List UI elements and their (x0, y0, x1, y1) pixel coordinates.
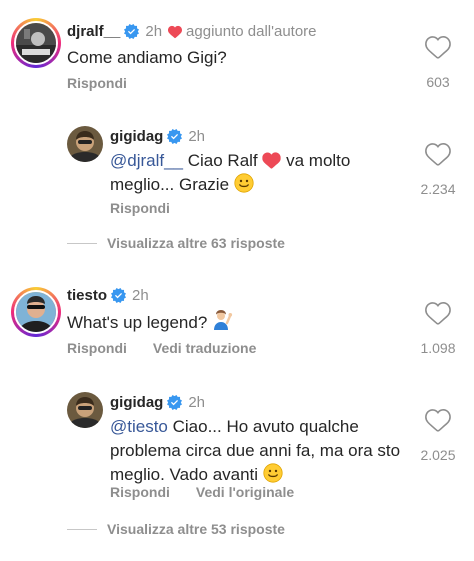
avatar-image (16, 292, 56, 332)
comment-actions: Rispondi (110, 200, 196, 216)
heart-outline-icon[interactable] (425, 36, 451, 60)
heart-outline-icon[interactable] (425, 143, 451, 167)
timestamp: 2h (188, 394, 206, 411)
comment-actions: Rispondi Vedi traduzione (67, 340, 282, 356)
avatar-image (67, 392, 103, 428)
comment-header: gigidag 2h (110, 394, 205, 411)
avatar[interactable] (11, 18, 61, 68)
view-more-replies[interactable]: Visualizza altre 53 risposte (67, 521, 285, 537)
shrug-emoji-icon (212, 309, 234, 331)
reply-body-part: Ciao Ralf (183, 151, 263, 170)
reply-text: @tiesto Ciao... Ho avuto qualche problem… (110, 415, 410, 487)
like-control: 2.025 (408, 409, 468, 463)
avatar-image (16, 23, 56, 63)
smile-emoji-icon (263, 463, 283, 483)
comment-actions: Rispondi Vedi l'originale (110, 484, 320, 500)
comment-header: gigidag 2h (110, 128, 205, 145)
divider (67, 242, 97, 244)
heart-filled-icon (168, 25, 182, 39)
username[interactable]: djralf__ (67, 23, 120, 40)
reply-button[interactable]: Rispondi (67, 340, 127, 356)
heart-outline-icon[interactable] (425, 409, 451, 433)
view-more-replies[interactable]: Visualizza altre 63 risposte (67, 235, 285, 251)
heart-outline-icon[interactable] (425, 302, 451, 326)
verified-icon (124, 24, 139, 39)
like-control: 1.098 (408, 302, 468, 356)
like-count: 2.234 (420, 181, 456, 197)
reply-button[interactable]: Rispondi (67, 75, 127, 91)
avatar[interactable] (67, 392, 103, 428)
comment-text: Come andiamo Gigi? (67, 46, 227, 70)
comment-body: What's up legend? (67, 313, 213, 332)
see-original-button[interactable]: Vedi l'originale (196, 484, 294, 500)
translate-button[interactable]: Vedi traduzione (153, 340, 256, 356)
avatar[interactable] (11, 287, 61, 337)
comment-actions: Rispondi (67, 75, 153, 91)
like-count: 2.025 (420, 447, 456, 463)
timestamp: 2h (145, 23, 163, 40)
like-count: 603 (426, 74, 450, 90)
like-control: 2.234 (408, 143, 468, 197)
verified-icon (111, 288, 126, 303)
timestamp: 2h (132, 287, 149, 304)
username[interactable]: gigidag (110, 394, 163, 411)
verified-icon (167, 129, 182, 144)
view-more-replies-label: Visualizza altre 53 risposte (107, 521, 285, 537)
username[interactable]: tiesto (67, 287, 107, 304)
like-count: 1.098 (420, 340, 456, 356)
reply-button[interactable]: Rispondi (110, 484, 170, 500)
verified-icon (167, 395, 182, 410)
comment-body: Come andiamo Gigi? (67, 48, 227, 67)
divider (67, 528, 97, 530)
timestamp: 2h (188, 128, 206, 145)
author-liked-note: aggiunto dall'autore (186, 23, 317, 40)
avatar-image (67, 126, 103, 162)
like-control: 603 (408, 36, 468, 90)
view-more-replies-label: Visualizza altre 63 risposte (107, 235, 285, 251)
avatar[interactable] (67, 126, 103, 162)
reply-text: @djralf__ Ciao Ralf va molto meglio... G… (110, 149, 380, 197)
comment-header: djralf__ 2h aggiunto dall'autore (67, 23, 317, 40)
comment-text: What's up legend? (67, 309, 234, 335)
comment-header: tiesto 2h (67, 287, 149, 304)
username[interactable]: gigidag (110, 128, 163, 145)
red-heart-emoji-icon (262, 152, 281, 169)
smile-emoji-icon (234, 173, 254, 193)
mention-link[interactable]: @tiesto (110, 417, 168, 436)
mention-link[interactable]: @djralf__ (110, 151, 183, 170)
reply-button[interactable]: Rispondi (110, 200, 170, 216)
